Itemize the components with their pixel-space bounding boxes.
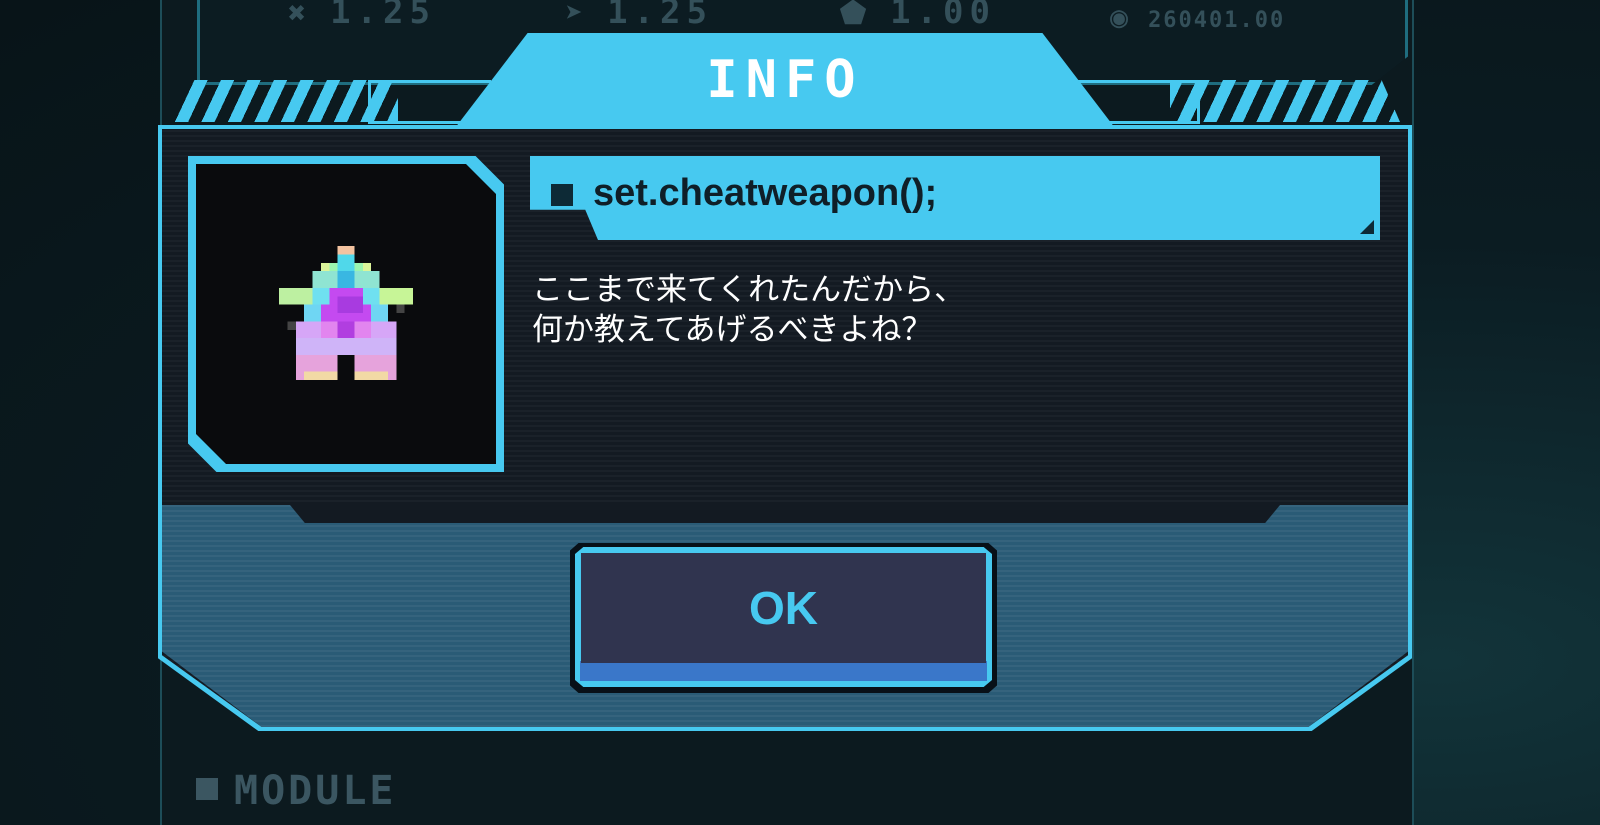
defense-value: 1.00 xyxy=(890,0,996,32)
item-name: set.cheatweapon(); xyxy=(593,172,938,214)
dialog-title: INFO xyxy=(706,50,864,110)
name-bar-corner xyxy=(1360,220,1374,234)
crossed-swords-icon: ✖ xyxy=(288,0,313,31)
coin-value: 260401.00 xyxy=(1148,8,1286,33)
header-stripes-right xyxy=(1170,80,1400,122)
square-bullet-icon xyxy=(551,184,573,206)
attack-stat: ✖ 1.25 xyxy=(288,0,436,32)
message-line: ここまで来てくれたんだから、 xyxy=(532,272,966,308)
ok-button-label: OK xyxy=(749,582,818,634)
dialog-content-tab xyxy=(290,505,1280,523)
attack-value: 1.25 xyxy=(330,0,436,32)
square-bullet-icon xyxy=(196,778,218,800)
ok-button[interactable]: OK xyxy=(570,543,997,693)
speed-value: 1.25 xyxy=(607,0,713,32)
bullet-icon: ➤ xyxy=(565,0,590,31)
coin-stat: ◉ 260401.00 xyxy=(1110,0,1285,35)
defense-stat: ⬟ 1.00 xyxy=(840,0,996,32)
shield-icon: ⬟ xyxy=(840,0,873,31)
module-label-text: MODULE xyxy=(234,768,397,814)
game-screen: ✖ 1.25 ➤ 1.25 ⬟ 1.00 ◉ 260401.00 MODULE INFO xyxy=(0,0,1600,825)
speed-stat: ➤ 1.25 xyxy=(565,0,713,32)
dialog-message: ここまで来てくれたんだから、 何か教えてあげるべきよね？ xyxy=(532,270,965,350)
rainbow-star-icon xyxy=(279,246,413,380)
header-stripes-left xyxy=(168,80,398,122)
ok-button-bevel xyxy=(580,661,987,681)
coin-icon: ◉ xyxy=(1110,0,1131,35)
message-line: 何か教えてあげるべきよね？ xyxy=(532,312,933,348)
module-section-label: MODULE xyxy=(196,768,397,814)
